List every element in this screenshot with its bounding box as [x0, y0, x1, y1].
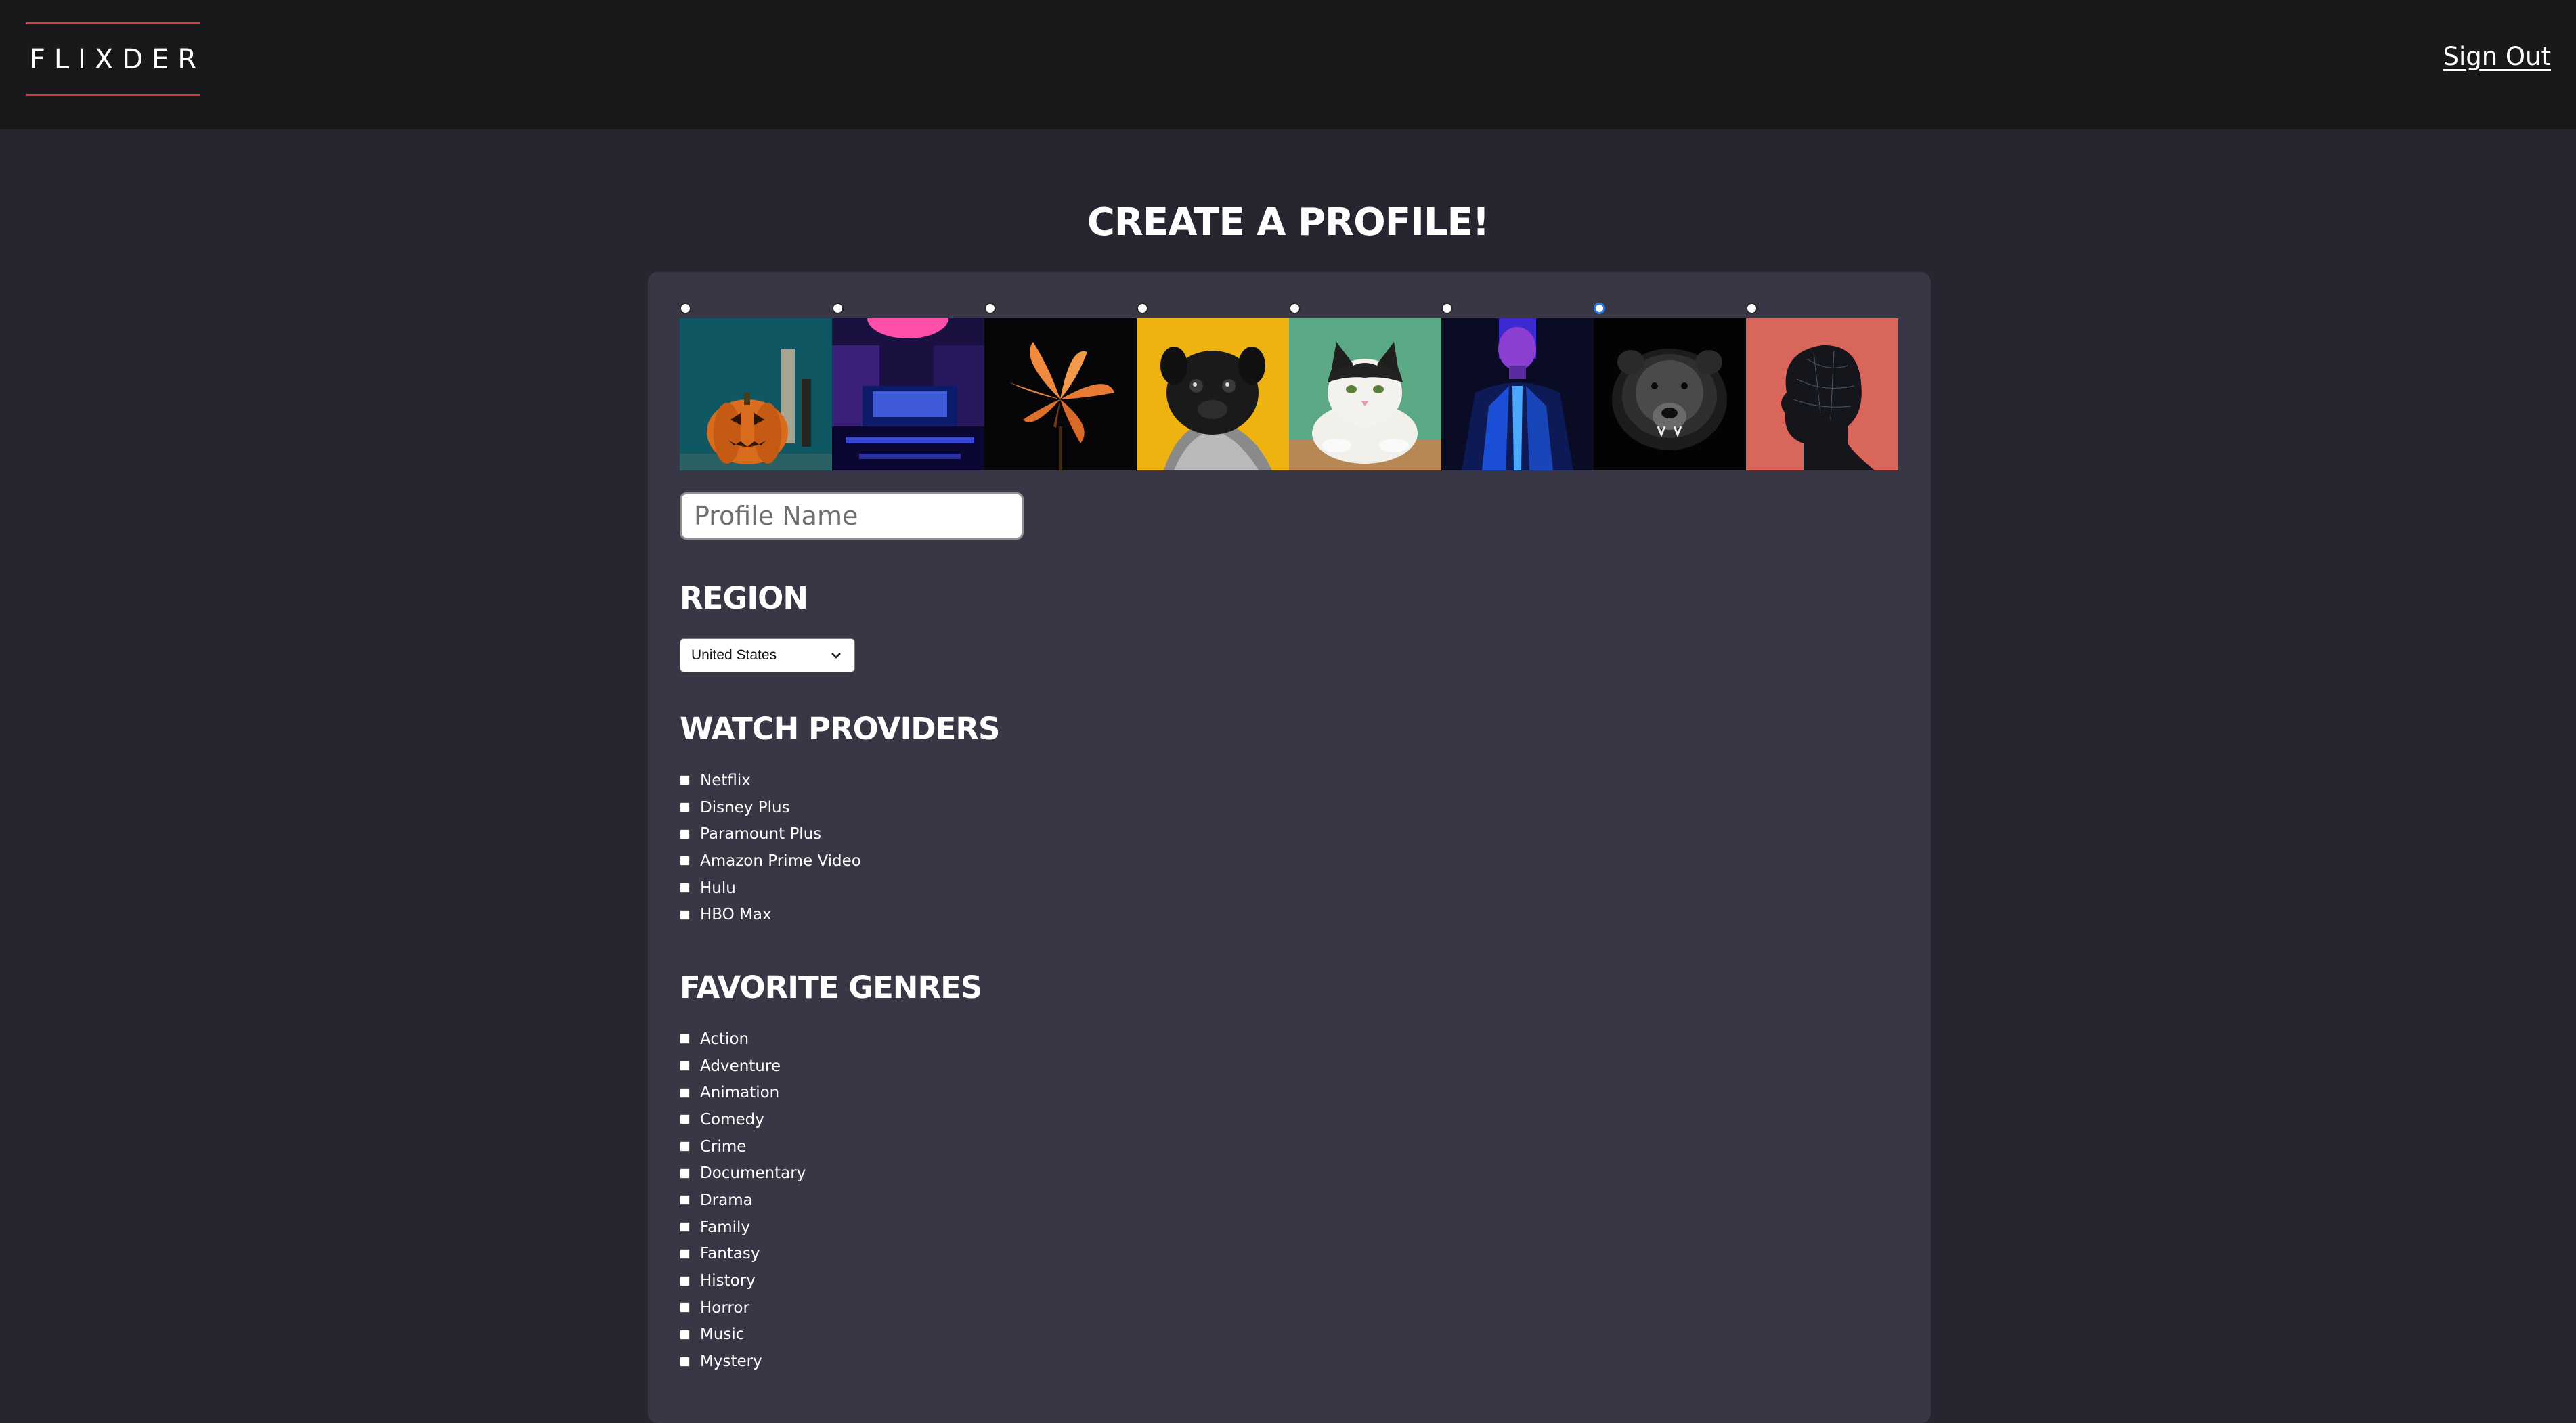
provider-label: HBO Max [700, 906, 772, 924]
flixder-logo[interactable]: FLIXDER [26, 22, 200, 96]
checkbox[interactable] [680, 1168, 690, 1179]
watch-providers-list: Netflix Disney Plus Paramount Plus Amazo… [680, 767, 861, 928]
genre-label: Adventure [700, 1057, 781, 1075]
genre-label: Family [700, 1218, 751, 1236]
checkbox[interactable] [680, 1034, 690, 1045]
region-selected-value: United States [691, 647, 777, 663]
provider-label: Amazon Prime Video [700, 852, 861, 870]
genre-music[interactable]: Music [680, 1321, 806, 1349]
avatar-radio[interactable] [1137, 303, 1148, 314]
favorite-genres-heading: FAVORITE GENRES [680, 969, 982, 1005]
neon-person-avatar[interactable] [1441, 318, 1594, 470]
avatar-radio[interactable] [984, 303, 996, 314]
favorite-genres-list: Action Adventure Animation Comedy Crime … [680, 1026, 806, 1375]
genre-drama[interactable]: Drama [680, 1187, 806, 1214]
genre-label: Animation [700, 1084, 780, 1102]
genre-adventure[interactable]: Adventure [680, 1053, 806, 1080]
checkbox[interactable] [680, 1329, 690, 1340]
region-heading: REGION [680, 580, 808, 616]
genre-crime[interactable]: Crime [680, 1133, 806, 1160]
genre-animation[interactable]: Animation [680, 1079, 806, 1106]
checkbox[interactable] [680, 1141, 690, 1152]
genre-label: Comedy [700, 1110, 764, 1129]
cat-avatar[interactable] [1289, 318, 1441, 470]
provider-label: Disney Plus [700, 798, 790, 816]
checkbox[interactable] [680, 775, 690, 786]
provider-netflix[interactable]: Netflix [680, 767, 861, 794]
provider-label: Netflix [700, 771, 751, 789]
chevron-down-icon [831, 653, 841, 659]
checkbox[interactable] [680, 1114, 690, 1125]
pumpkin-avatar[interactable] [680, 318, 832, 470]
genre-fantasy[interactable]: Fantasy [680, 1241, 806, 1268]
avatar-radio[interactable] [832, 303, 844, 314]
pug-avatar[interactable] [1137, 318, 1289, 470]
neon-room-avatar[interactable] [832, 318, 984, 470]
provider-paramount-plus[interactable]: Paramount Plus [680, 820, 861, 848]
genre-comedy[interactable]: Comedy [680, 1106, 806, 1133]
page-title: CREATE A PROFILE! [1087, 200, 1490, 244]
genre-label: Mystery [700, 1353, 762, 1371]
checkbox[interactable] [680, 856, 690, 867]
checkbox[interactable] [680, 1356, 690, 1367]
checkbox[interactable] [680, 1061, 690, 1072]
checkbox[interactable] [680, 1087, 690, 1098]
avatar-radio[interactable] [680, 303, 691, 314]
checkbox[interactable] [680, 802, 690, 813]
profile-name-input[interactable] [680, 492, 1024, 540]
top-bar: FLIXDER Sign Out [0, 0, 2576, 129]
provider-disney-plus[interactable]: Disney Plus [680, 794, 861, 821]
create-profile-form: REGION United States WATCH PROVIDERS Net… [648, 272, 1931, 1423]
genre-label: History [700, 1272, 756, 1290]
provider-label: Hulu [700, 879, 736, 897]
genre-label: Drama [700, 1191, 753, 1209]
provider-hbo-max[interactable]: HBO Max [680, 901, 861, 928]
lily-flower-avatar[interactable] [984, 318, 1137, 470]
bear-avatar[interactable] [1594, 318, 1746, 470]
checkbox[interactable] [680, 909, 690, 920]
genre-action[interactable]: Action [680, 1026, 806, 1053]
provider-amazon-prime-video[interactable]: Amazon Prime Video [680, 848, 861, 875]
checkbox[interactable] [680, 829, 690, 839]
genre-label: Action [700, 1030, 749, 1048]
checkbox[interactable] [680, 1222, 690, 1233]
genre-mystery[interactable]: Mystery [680, 1348, 806, 1375]
head-silhouette-avatar[interactable] [1746, 318, 1898, 470]
checkbox[interactable] [680, 1302, 690, 1313]
avatar-radio[interactable] [1441, 303, 1453, 314]
provider-label: Paramount Plus [700, 825, 822, 844]
provider-hulu[interactable]: Hulu [680, 875, 861, 902]
region-select[interactable]: United States [680, 638, 855, 672]
genre-label: Documentary [700, 1164, 806, 1183]
genre-label: Crime [700, 1137, 747, 1156]
checkbox[interactable] [680, 883, 690, 894]
checkbox[interactable] [680, 1275, 690, 1286]
avatar-radio[interactable] [1746, 303, 1758, 314]
avatar-radio[interactable] [1289, 303, 1301, 314]
genre-label: Fantasy [700, 1245, 760, 1263]
avatar-radio-selected[interactable] [1594, 303, 1605, 314]
genre-family[interactable]: Family [680, 1214, 806, 1241]
checkbox[interactable] [680, 1195, 690, 1206]
genre-label: Horror [700, 1298, 749, 1317]
genre-history[interactable]: History [680, 1267, 806, 1294]
sign-out-link[interactable]: Sign Out [2443, 42, 2551, 71]
genre-horror[interactable]: Horror [680, 1294, 806, 1321]
genre-documentary[interactable]: Documentary [680, 1160, 806, 1187]
watch-providers-heading: WATCH PROVIDERS [680, 711, 1000, 747]
checkbox[interactable] [680, 1248, 690, 1259]
genre-label: Music [700, 1326, 745, 1344]
